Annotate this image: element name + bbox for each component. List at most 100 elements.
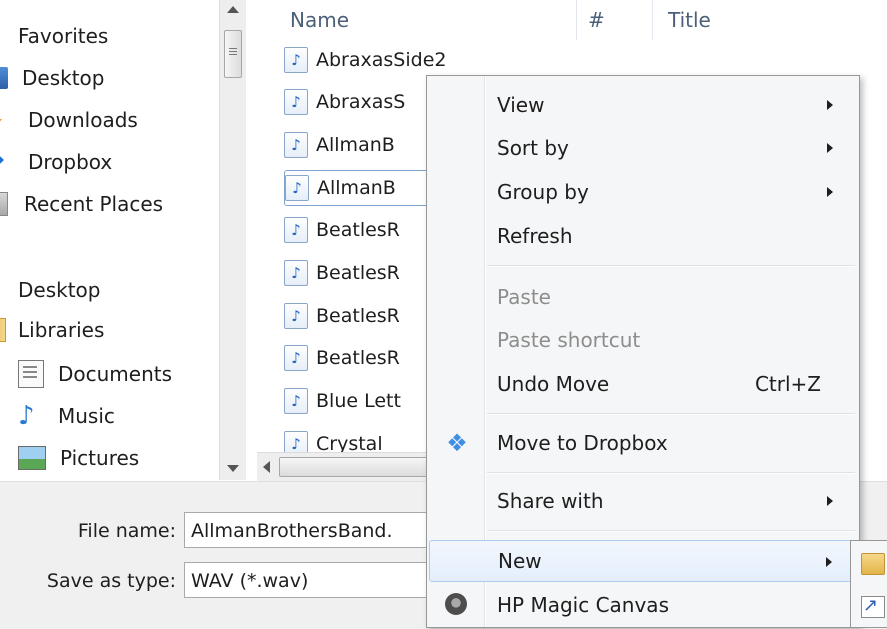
column-separator[interactable] (576, 0, 577, 40)
navigation-scrollbar[interactable] (219, 0, 246, 480)
column-header-number[interactable]: # (588, 8, 605, 32)
audio-file-icon: ♪ (284, 217, 308, 243)
libraries-icon (0, 318, 6, 342)
column-separator[interactable] (652, 0, 653, 40)
file-name: BeatlesR (316, 219, 400, 241)
menu-item-refresh[interactable]: Refresh (429, 215, 857, 257)
nav-item-label: Pictures (60, 446, 140, 470)
file-name-label: File name: (77, 520, 176, 542)
nav-item-desktop[interactable]: Desktop (0, 58, 218, 98)
file-name: Blue Lett (316, 390, 401, 412)
file-name-input[interactable]: AllmanBrothersBand. (184, 512, 464, 548)
nav-item-libraries[interactable]: Libraries (0, 310, 218, 350)
nav-item-music[interactable]: ♪ Music (18, 396, 236, 436)
menu-item-label: View (497, 93, 545, 117)
downloads-icon (0, 109, 14, 131)
file-name: AbraxasSide2 (316, 49, 447, 71)
nav-item-label: Documents (58, 362, 173, 386)
documents-icon (18, 360, 44, 388)
menu-item-group-by[interactable]: Group by (429, 171, 857, 213)
audio-file-icon: ♪ (284, 89, 308, 115)
menu-item-label: Paste (497, 285, 551, 309)
menu-item-label: Share with (497, 489, 604, 513)
audio-file-icon: ♪ (284, 260, 308, 286)
scrollbar-thumb[interactable] (224, 30, 242, 78)
menu-item-sort-by[interactable]: Sort by (429, 127, 857, 169)
menu-separator (487, 472, 855, 474)
file-name: AllmanB (317, 177, 396, 199)
scroll-down-arrow-icon[interactable] (227, 465, 239, 472)
menu-item-share-with[interactable]: Share with (429, 480, 857, 522)
menu-item-label: Paste shortcut (497, 328, 641, 352)
audio-file-icon: ♪ (284, 345, 308, 371)
music-icon: ♪ (18, 401, 35, 431)
submenu-arrow-icon (827, 496, 833, 506)
favorites-header[interactable]: Favorites (18, 24, 108, 48)
submenu-arrow-icon (827, 100, 833, 110)
submenu-arrow-icon (827, 187, 833, 197)
menu-item-hp-magic-canvas[interactable]: HP Magic Canvas (429, 584, 857, 626)
menu-separator (487, 413, 855, 415)
audio-file-icon: ♪ (284, 388, 308, 414)
desktop-icon (0, 67, 8, 89)
shortcut-icon[interactable] (861, 595, 885, 618)
nav-item-recent-places[interactable]: Recent Places (0, 184, 218, 224)
hp-magic-canvas-icon (445, 593, 467, 615)
navigation-pane: Favorites Desktop Downloads ❖ Dropbox Re… (0, 0, 218, 480)
horizontal-scrollbar[interactable] (257, 452, 447, 481)
file-name: BeatlesR (316, 347, 400, 369)
menu-item-new[interactable]: New (429, 540, 857, 582)
file-name: AllmanB (316, 134, 395, 156)
menu-item-label: Group by (497, 180, 589, 204)
menu-item-paste-shortcut: Paste shortcut (429, 319, 857, 361)
nav-item-documents[interactable]: Documents (18, 354, 236, 394)
menu-item-label: New (498, 549, 542, 573)
menu-item-label: HP Magic Canvas (497, 593, 669, 617)
nav-item-pictures[interactable]: Pictures (18, 438, 236, 478)
nav-item-label: Music (58, 404, 115, 428)
dropbox-icon: ❖ (446, 429, 468, 457)
horizontal-scrollbar-thumb[interactable] (279, 457, 441, 477)
file-name: AbraxasS (316, 91, 406, 113)
submenu-arrow-icon (826, 557, 832, 567)
nav-item-downloads[interactable]: Downloads (0, 100, 218, 140)
folder-icon[interactable] (861, 553, 885, 575)
menu-item-label: Sort by (497, 136, 569, 160)
file-name: BeatlesR (316, 262, 400, 284)
menu-item-undo-move[interactable]: Undo Move Ctrl+Z (429, 363, 857, 405)
context-menu: View Sort by Group by Refresh Paste Past… (426, 75, 860, 628)
nav-item-label: Desktop (22, 66, 105, 90)
save-as-type-select[interactable]: WAV (*.wav) (184, 562, 464, 598)
audio-file-icon: ♪ (285, 175, 309, 201)
file-name: BeatlesR (316, 305, 400, 327)
menu-item-view[interactable]: View (429, 84, 857, 126)
scroll-left-arrow-icon[interactable] (263, 461, 270, 473)
recent-places-icon (0, 192, 8, 216)
menu-item-shortcut: Ctrl+Z (754, 372, 821, 396)
menu-item-move-to-dropbox[interactable]: ❖ Move to Dropbox (429, 422, 857, 464)
nav-item-label: Downloads (28, 108, 138, 132)
audio-file-icon: ♪ (284, 132, 308, 158)
menu-item-label: Undo Move (497, 372, 610, 396)
pictures-icon (18, 446, 46, 470)
save-as-type-label: Save as type: (46, 570, 176, 592)
menu-item-label: Refresh (497, 224, 573, 248)
desktop-header[interactable]: Desktop (18, 278, 100, 302)
nav-item-dropbox[interactable]: ❖ Dropbox (0, 142, 218, 182)
nav-item-label: Libraries (18, 318, 105, 342)
audio-file-icon: ♪ (284, 47, 308, 73)
nav-item-label: Recent Places (24, 192, 164, 216)
dropbox-icon: ❖ (0, 151, 14, 173)
scroll-up-arrow-icon[interactable] (227, 6, 239, 13)
nav-item-label: Dropbox (28, 150, 113, 174)
submenu-arrow-icon (827, 143, 833, 153)
column-header-name[interactable]: Name (290, 8, 349, 32)
menu-item-paste: Paste (429, 276, 857, 318)
column-header-title[interactable]: Title (668, 8, 711, 32)
menu-separator (487, 265, 855, 267)
menu-separator (487, 530, 855, 532)
menu-item-label: Move to Dropbox (497, 431, 668, 455)
file-row[interactable]: ♪ AbraxasSide2 (284, 43, 494, 77)
new-submenu (850, 540, 887, 628)
audio-file-icon: ♪ (284, 303, 308, 329)
